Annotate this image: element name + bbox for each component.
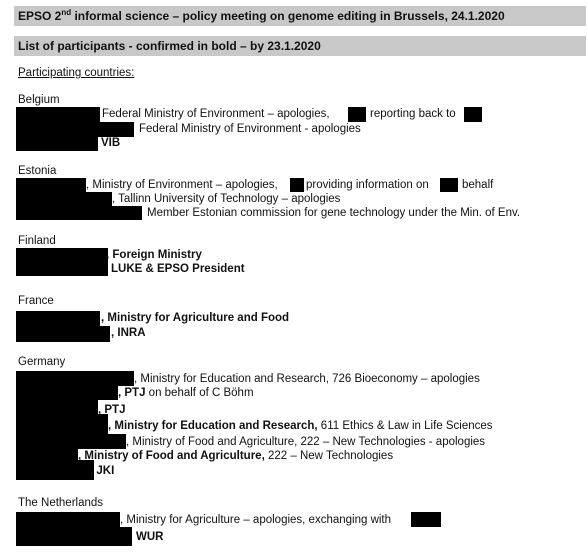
country-germany: Germany bbox=[18, 356, 66, 368]
redaction bbox=[16, 122, 134, 137]
redaction bbox=[16, 371, 134, 386]
title-band: EPSO 2nd informal science – policy meeti… bbox=[14, 6, 586, 26]
participant-text: providing information on bbox=[306, 179, 429, 191]
country-finland: Finland bbox=[18, 235, 56, 247]
subtitle-text: List of participants - confirmed in bold… bbox=[18, 39, 321, 53]
redaction bbox=[16, 107, 100, 122]
subtitle-band: List of participants - confirmed in bold… bbox=[14, 36, 586, 56]
participant-text: , Ministry for Agriculture and Food bbox=[101, 312, 290, 324]
title-suffix: informal science – policy meeting on gen… bbox=[71, 9, 505, 23]
country-france: France bbox=[18, 295, 54, 307]
participant-text: VIB bbox=[101, 137, 121, 149]
country-belgium: Belgium bbox=[18, 94, 60, 106]
participant-text: , JKI bbox=[90, 465, 115, 477]
country-estonia: Estonia bbox=[18, 165, 57, 177]
participant-text: , Ministry of Food and Agriculture, 222 … bbox=[78, 449, 393, 463]
redaction bbox=[16, 527, 132, 546]
redaction bbox=[16, 434, 126, 449]
redaction bbox=[16, 248, 108, 261]
redaction bbox=[16, 206, 142, 220]
redaction bbox=[464, 107, 482, 122]
redaction bbox=[290, 178, 304, 192]
redaction bbox=[348, 107, 366, 122]
redaction bbox=[16, 178, 86, 192]
redaction bbox=[16, 261, 108, 276]
participant-text: , Ministry of Environment – apologies, bbox=[86, 179, 278, 191]
participant-org: , Ministry of Food and Agriculture, bbox=[78, 450, 265, 462]
participant-note: 611 Ethics & Law in Life Sciences bbox=[317, 420, 493, 432]
participant-text: reporting back to bbox=[370, 108, 456, 120]
participant-text: Federal Ministry of Environment – apolog… bbox=[102, 108, 330, 120]
participant-org: , Ministry for Education and Research, bbox=[108, 420, 318, 432]
title-superscript: nd bbox=[61, 8, 72, 17]
redaction bbox=[16, 326, 110, 342]
participant-text: LUKE & EPSO President bbox=[111, 263, 245, 275]
participant-text: , Ministry for Agriculture – apologies, … bbox=[120, 514, 392, 526]
redaction bbox=[16, 460, 94, 480]
participant-text: Federal Ministry of Environment - apolog… bbox=[139, 123, 361, 135]
participant-text: Member Estonian commission for gene tech… bbox=[147, 207, 521, 219]
redaction bbox=[16, 386, 118, 400]
country-netherlands: The Netherlands bbox=[18, 497, 104, 509]
participant-note: on behalf of C Böhm bbox=[145, 387, 254, 399]
participant-text: behalf bbox=[462, 179, 494, 191]
redaction bbox=[16, 192, 112, 206]
redaction bbox=[16, 414, 108, 436]
participant-text: , PTJ on behalf of C Böhm bbox=[118, 386, 254, 400]
participant-text: , Foreign Ministry bbox=[106, 249, 202, 261]
participant-org: , PTJ bbox=[118, 387, 146, 399]
participant-text: WUR bbox=[136, 531, 164, 543]
redaction bbox=[16, 400, 98, 414]
participant-note: 222 – New Technologies bbox=[264, 450, 394, 462]
participant-text: , INRA bbox=[111, 327, 146, 339]
redaction bbox=[440, 178, 458, 192]
redaction bbox=[411, 512, 441, 527]
redaction bbox=[16, 512, 120, 527]
redaction bbox=[16, 137, 98, 151]
participant-text: , Ministry for Education and Research, 6… bbox=[108, 419, 493, 433]
participant-text: , Ministry for Education and Research, 7… bbox=[134, 373, 480, 385]
participant-text: , Tallinn University of Technology – apo… bbox=[112, 193, 341, 205]
title-prefix: EPSO 2 bbox=[18, 9, 62, 23]
participant-text: , Ministry of Food and Agriculture, 222 … bbox=[126, 436, 486, 448]
redaction bbox=[16, 311, 100, 326]
section-heading: Participating countries: bbox=[18, 67, 135, 79]
